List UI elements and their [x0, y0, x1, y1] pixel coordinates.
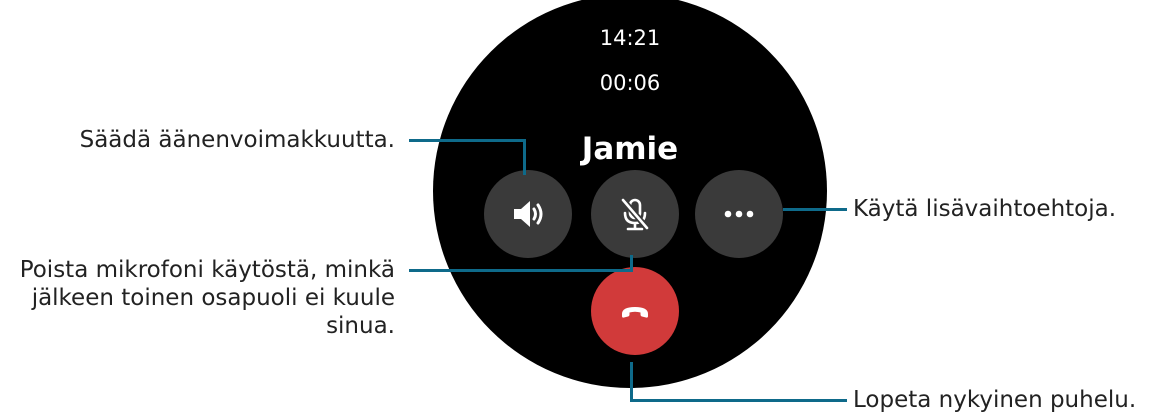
more-line	[783, 208, 847, 211]
mute-label-line2: jälkeen toinen osapuoli ei kuule	[31, 285, 395, 311]
volume-label: Säädä äänenvoimakkuutta.	[79, 127, 395, 153]
end-leader-horizontal	[630, 399, 847, 402]
clock-time: 14:21	[599, 26, 661, 50]
end-leader-vertical	[630, 362, 633, 402]
volume-leader-horizontal	[409, 139, 526, 142]
mute-leader-horizontal	[409, 269, 633, 272]
mute-label-line3: sinua.	[326, 313, 395, 339]
watch-face: 14:21 00:06 Jamie	[433, 0, 827, 388]
speaker-icon	[514, 201, 543, 227]
mic-off-icon	[620, 198, 650, 231]
end-call-button[interactable]	[591, 267, 679, 355]
end-call-icon	[622, 307, 648, 318]
more-options-button[interactable]	[695, 170, 783, 258]
volume-leader-vertical	[523, 139, 526, 175]
mute-label: Poista mikrofoni käytöstä, minkä jälkeen…	[20, 256, 395, 340]
more-label: Käytä lisävaihtoehtoja.	[853, 196, 1117, 222]
call-duration: 00:06	[599, 71, 661, 95]
mute-label-line1: Poista mikrofoni käytöstä, minkä	[19, 257, 395, 283]
caller-name: Jamie	[581, 131, 679, 167]
call-screen-diagram: 14:21 00:06 Jamie Säädä äänenvoimakkuutt…	[0, 0, 1160, 414]
end-label: Lopeta nykyinen puhelu.	[853, 387, 1137, 413]
volume-button[interactable]	[484, 170, 572, 258]
more-dots-icon	[724, 210, 754, 218]
mute-leader-vertical	[630, 255, 633, 272]
mute-button[interactable]	[591, 170, 679, 258]
